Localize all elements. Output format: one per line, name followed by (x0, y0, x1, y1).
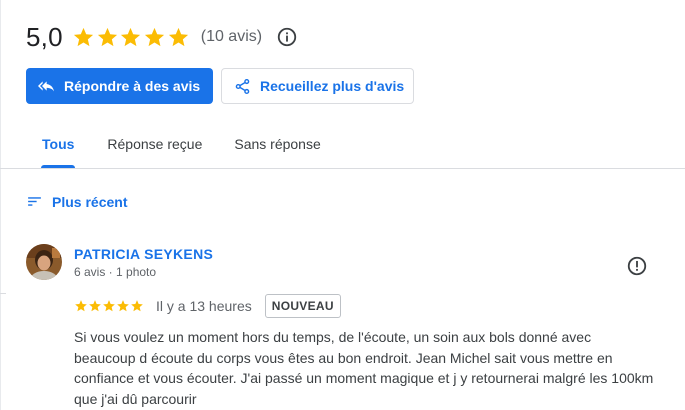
star-icon (89, 300, 101, 312)
star-icon (121, 27, 141, 46)
star-icon (117, 300, 129, 312)
rating-summary: 5,0 (10 avis) (26, 20, 298, 54)
tab-unreplied[interactable]: Sans réponse (234, 124, 320, 168)
left-panel-tick (0, 293, 6, 294)
tab-replied[interactable]: Réponse reçue (107, 124, 202, 168)
reply-to-reviews-label: Répondre à des avis (64, 78, 201, 94)
tab-all[interactable]: Tous (40, 124, 76, 168)
star-icon (97, 27, 117, 46)
star-icon (168, 27, 189, 46)
review-stars (74, 299, 144, 313)
review-count: (10 avis) (200, 28, 263, 45)
action-buttons: Répondre à des avis Recueillez plus d'av… (26, 68, 414, 104)
report-icon[interactable] (626, 255, 648, 277)
reply-all-icon (38, 81, 54, 92)
new-badge: NOUVEAU (264, 294, 341, 318)
info-icon[interactable] (276, 26, 298, 48)
reviewer-name[interactable]: PATRICIA SEYKENS (74, 246, 213, 262)
review-time: Il y a 13 heures (156, 298, 252, 314)
sort-button[interactable]: Plus récent (26, 193, 127, 210)
collect-more-reviews-label: Recueillez plus d'avis (260, 78, 405, 94)
reply-to-reviews-button[interactable]: Répondre à des avis (26, 68, 213, 104)
star-icon (75, 300, 87, 312)
star-icon (145, 27, 165, 46)
review-rating-row: Il y a 13 heures NOUVEAU (74, 294, 341, 318)
review-text: Si vous voulez un moment hors du temps, … (74, 329, 654, 407)
rating-stars (72, 26, 191, 49)
reviewer-meta: 6 avis · 1 photo (74, 265, 157, 279)
average-score: 5,0 (26, 21, 63, 52)
left-panel-border (0, 0, 1, 410)
avatar[interactable] (26, 244, 62, 280)
star-icon (131, 300, 143, 312)
review-filter-tabs: Tous Réponse reçue Sans réponse (26, 124, 321, 168)
star-icon (103, 300, 115, 312)
share-icon (235, 78, 250, 94)
sort-icon (28, 197, 41, 206)
tabs-divider (0, 168, 685, 169)
collect-more-reviews-button[interactable]: Recueillez plus d'avis (221, 68, 414, 104)
sort-label: Plus récent (52, 193, 128, 210)
star-icon (73, 27, 93, 46)
